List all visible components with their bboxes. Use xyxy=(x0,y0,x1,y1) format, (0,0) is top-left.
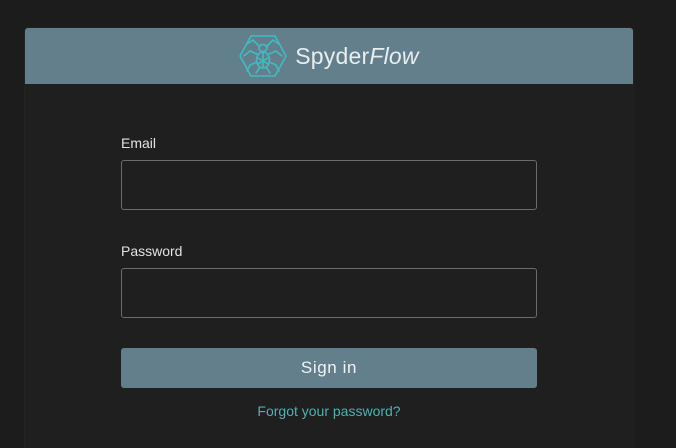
brand-name: SpyderFlow xyxy=(295,43,418,70)
login-card: SpyderFlow Email Password Sign in Forgot… xyxy=(25,28,633,448)
password-group: Password xyxy=(121,243,537,318)
brand-name-regular: Spyder xyxy=(295,42,370,69)
sign-in-button[interactable]: Sign in xyxy=(121,348,537,388)
email-field[interactable] xyxy=(121,160,537,210)
forgot-password-link[interactable]: Forgot your password? xyxy=(121,403,537,419)
email-label: Email xyxy=(121,135,157,151)
password-label: Password xyxy=(121,243,183,259)
card-header: SpyderFlow xyxy=(25,28,633,84)
login-form: Email Password Sign in Forgot your passw… xyxy=(121,135,537,419)
brand-name-italic: Flow xyxy=(369,42,419,69)
spider-hexagon-icon xyxy=(239,35,288,77)
email-group: Email xyxy=(121,135,537,210)
password-field[interactable] xyxy=(121,268,537,318)
